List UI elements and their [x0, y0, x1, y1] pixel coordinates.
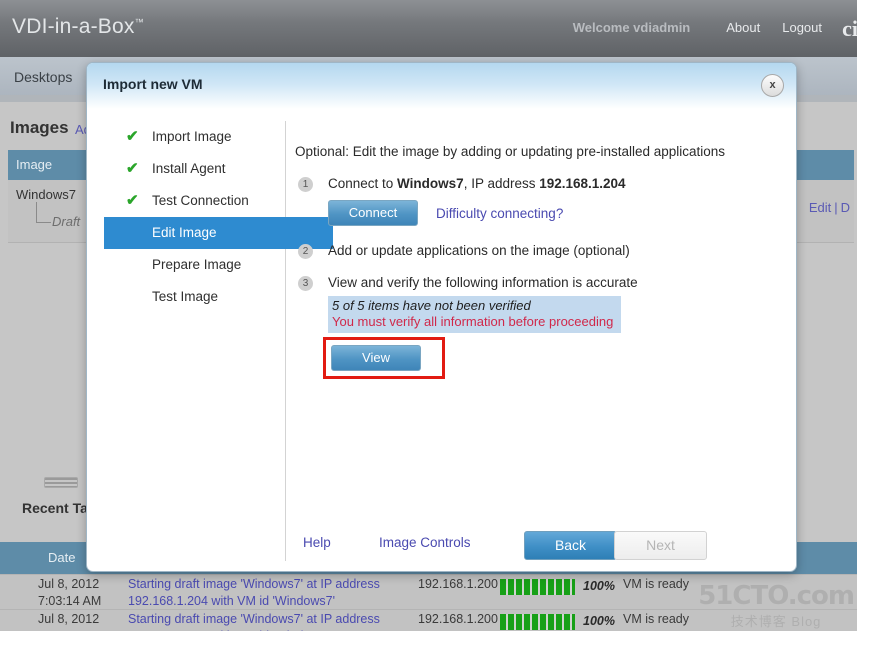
- step-label: Test Connection: [152, 193, 249, 208]
- step-install-agent[interactable]: ✔ Install Agent: [104, 153, 285, 185]
- step-3-row: 3 View and verify the following informat…: [295, 275, 775, 291]
- page-title: Images: [10, 118, 69, 137]
- task-percent: 100%: [583, 579, 615, 593]
- row-actions: Edit | D: [809, 200, 850, 215]
- table-row[interactable]: Jul 8, 2012 7:03:14 AM Starting draft ima…: [0, 574, 862, 610]
- dialog-footer: Help Image Controls Back Next: [87, 519, 796, 571]
- step-2-text: Add or update applications on the image …: [328, 243, 630, 258]
- difficulty-connecting-link[interactable]: Difficulty connecting?: [436, 206, 563, 221]
- tab-desktops[interactable]: Desktops: [14, 69, 72, 85]
- page-root: VDI-in-a-Box™ Welcome vdiadmin About Log…: [0, 0, 862, 638]
- step-1-vm-name: Windows7: [397, 176, 464, 191]
- step-label: Prepare Image: [152, 257, 242, 272]
- task-ip: 192.168.1.200: [418, 577, 498, 591]
- task-message[interactable]: Starting draft image 'Windows7' at IP ad…: [128, 576, 380, 610]
- task-percent: 100%: [583, 614, 615, 628]
- step-1-ip-address: 192.168.1.204: [539, 176, 626, 191]
- verification-status-box: 5 of 5 items have not been verified You …: [328, 296, 621, 333]
- task-status: VM is ready: [623, 612, 689, 626]
- step-1-number: 1: [298, 177, 313, 192]
- column-header-image: Image: [16, 157, 53, 172]
- task-ip: 192.168.1.200: [418, 612, 498, 626]
- import-new-vm-dialog: Import new VM x ✔ Import Image ✔ Install…: [86, 62, 797, 572]
- step-test-connection[interactable]: ✔ Test Connection: [104, 185, 285, 217]
- step-label: Edit Image: [152, 225, 217, 240]
- step-2-number: 2: [298, 244, 313, 259]
- step-import-image[interactable]: ✔ Import Image: [104, 121, 285, 153]
- back-button[interactable]: Back: [524, 531, 617, 560]
- dialog-main-content: Optional: Edit the image by adding or up…: [295, 121, 775, 379]
- step-test-image[interactable]: Test Image: [104, 281, 285, 313]
- step-3-number: 3: [298, 276, 313, 291]
- step-prepare-image[interactable]: Prepare Image: [104, 249, 285, 281]
- wizard-step-list: ✔ Import Image ✔ Install Agent ✔ Test Co…: [104, 121, 333, 561]
- dialog-footer-inner: Help Image Controls Back Next: [87, 519, 707, 571]
- step-label: Import Image: [152, 129, 232, 144]
- brand-trademark: ™: [134, 17, 144, 27]
- connect-button[interactable]: Connect: [328, 200, 418, 226]
- step-label: Install Agent: [152, 161, 226, 176]
- help-link[interactable]: Help: [303, 535, 331, 550]
- about-link[interactable]: About: [726, 20, 760, 35]
- close-icon[interactable]: x: [761, 74, 784, 97]
- check-icon: ✔: [126, 160, 139, 177]
- task-progress-bar: [500, 579, 575, 595]
- step-2-row: 2 Add or update applications on the imag…: [295, 243, 775, 259]
- view-button[interactable]: View: [331, 345, 421, 371]
- verify-warning-text: You must verify all information before p…: [332, 314, 614, 329]
- welcome-label: Welcome vdiadmin: [572, 20, 691, 35]
- brand-text: VDI-in-a-Box: [12, 15, 135, 38]
- delete-link[interactable]: D: [841, 200, 850, 215]
- optional-lead-text: Optional: Edit the image by adding or up…: [295, 144, 726, 159]
- task-date: Jul 8, 2012 6:23:25 AM: [38, 612, 102, 638]
- dialog-title: Import new VM: [103, 76, 203, 92]
- action-separator: |: [834, 200, 838, 215]
- step-1-text-a: Connect to: [328, 176, 398, 191]
- step-1-row: 1 Connect to Windows7, IP address 192.16…: [295, 176, 775, 192]
- resize-grip-handle[interactable]: [44, 477, 78, 488]
- check-icon: ✔: [126, 192, 139, 209]
- step-1-text-b: , IP address: [463, 176, 540, 191]
- citrix-logo: ci: [842, 16, 858, 41]
- view-button-highlight: View: [323, 337, 445, 379]
- step-label: Test Image: [152, 289, 219, 304]
- app-header: VDI-in-a-Box™ Welcome vdiadmin About Log…: [0, 0, 862, 57]
- brand-logo: VDI-in-a-Box™: [12, 15, 144, 39]
- tree-elbow-icon: [36, 202, 51, 223]
- verify-count-text: 5 of 5 items have not been verified: [332, 298, 531, 313]
- check-icon: ✔: [126, 128, 139, 145]
- column-header-date[interactable]: Date: [48, 550, 75, 565]
- header-nav: Welcome vdiadmin About Logout: [573, 20, 822, 35]
- step-3-text: View and verify the following informatio…: [328, 275, 638, 290]
- task-message[interactable]: Starting draft image 'Windows7' at IP ad…: [128, 611, 380, 638]
- next-button: Next: [614, 531, 707, 560]
- task-status: VM is ready: [623, 577, 689, 591]
- task-date: Jul 8, 2012 7:03:14 AM: [38, 577, 102, 608]
- image-draft-label: Draft: [52, 214, 81, 229]
- task-progress-bar: [500, 614, 575, 630]
- image-controls-link[interactable]: Image Controls: [379, 535, 471, 550]
- connect-row: Connect Difficulty connecting?: [328, 200, 775, 226]
- logout-link[interactable]: Logout: [782, 20, 822, 35]
- image-name: Windows7: [16, 187, 76, 202]
- edit-link[interactable]: Edit: [809, 200, 831, 215]
- table-row[interactable]: Jul 8, 2012 6:23:25 AM Starting draft ima…: [0, 609, 862, 638]
- dialog-titlebar: Import new VM x: [87, 63, 796, 109]
